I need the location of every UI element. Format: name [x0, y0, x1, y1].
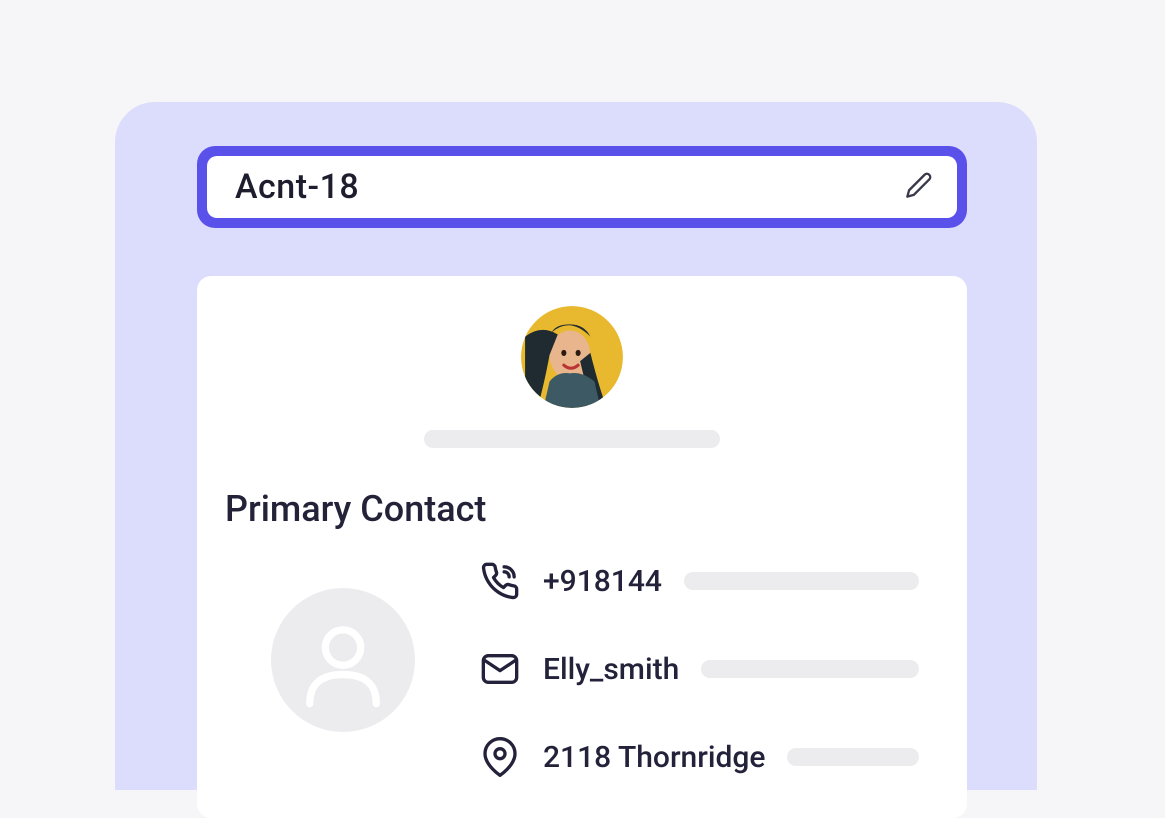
phone-icon	[479, 560, 521, 602]
account-name-text: Acnt-18	[235, 167, 359, 207]
contact-address-value: 2118 Thornridge	[543, 740, 765, 775]
edit-icon[interactable]	[905, 171, 933, 203]
contact-avatar-placeholder	[271, 588, 415, 732]
contact-phone-value: +918144	[543, 564, 662, 599]
email-extra-placeholder	[701, 660, 919, 678]
profile-avatar	[521, 306, 623, 408]
address-extra-placeholder	[787, 748, 919, 766]
contact-address-row: 2118 Thornridge	[479, 736, 919, 778]
account-name-field-highlight: Acnt-18	[197, 146, 967, 228]
location-pin-icon	[479, 736, 521, 778]
account-detail-panel: Acnt-18	[115, 102, 1037, 790]
account-name-field[interactable]: Acnt-18	[207, 156, 957, 218]
contact-email-row: Elly_smith	[479, 648, 919, 690]
profile-name-placeholder	[424, 430, 720, 448]
contact-phone-row: +918144	[479, 560, 919, 602]
phone-extra-placeholder	[684, 572, 919, 590]
section-title: Primary Contact	[225, 488, 919, 530]
primary-contact-row: +918144 Elly_smith	[225, 560, 919, 778]
contact-card: Primary Contact +9	[197, 276, 967, 818]
contact-email-value: Elly_smith	[543, 652, 679, 687]
mail-icon	[479, 648, 521, 690]
contact-details: +918144 Elly_smith	[479, 560, 919, 778]
